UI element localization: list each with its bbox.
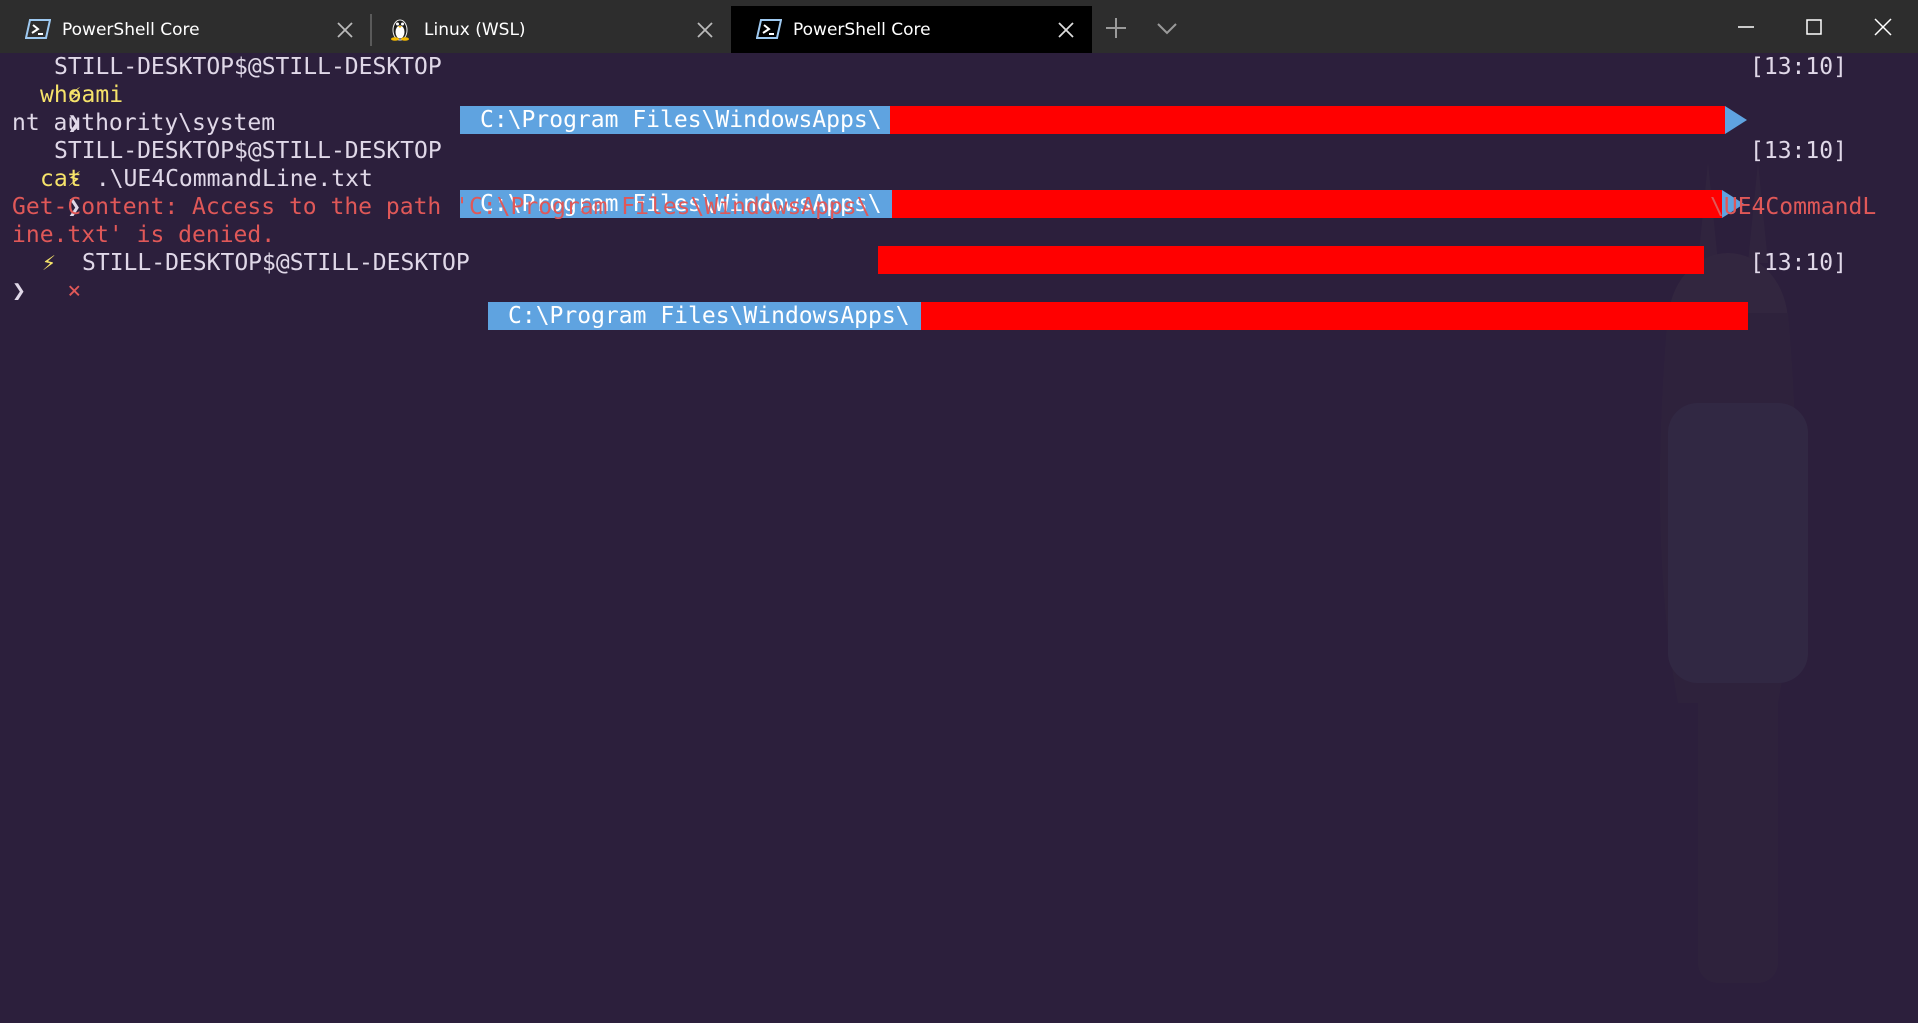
tab-label: PowerShell Core <box>62 20 200 40</box>
redaction-bar <box>892 190 1722 218</box>
error-mark-icon: × <box>67 278 82 304</box>
output-line: nt authority\system <box>12 110 276 136</box>
segment-arrow-icon <box>1725 106 1747 134</box>
close-icon[interactable] <box>695 20 715 40</box>
command-argument: .\UE4CommandLine.txt <box>82 166 373 192</box>
powershell-icon <box>756 19 782 39</box>
input-prompt[interactable]: ❯ <box>12 277 26 305</box>
redaction-bar <box>878 246 1704 274</box>
prompt-line: × ⚡ STILL-DESKTOP$@STILL-DESKTOP <box>12 249 470 304</box>
prompt-user: STILL-DESKTOP$@STILL-DESKTOP <box>54 54 442 80</box>
error-line: Get-Content: Access to the path 'C:\Prog… <box>12 194 871 220</box>
maximize-icon[interactable] <box>1780 0 1848 53</box>
time-stamp: [13:10] <box>1750 138 1847 164</box>
path-segment: C:\Program Files\WindowsApps\ <box>460 106 890 134</box>
prompt-user: STILL-DESKTOP$@STILL-DESKTOP <box>54 138 442 164</box>
prompt-user: STILL-DESKTOP$@STILL-DESKTOP <box>82 250 470 276</box>
path-segment: C:\Program Files\WindowsApps\ <box>488 302 921 330</box>
new-tab-plus-icon[interactable] <box>1102 14 1130 42</box>
command-line: ❯ cat .\UE4CommandLine.txt <box>12 165 373 220</box>
tab-powershell-1[interactable]: PowerShell Core <box>0 6 364 53</box>
redaction-bar <box>921 302 1748 330</box>
close-window-icon[interactable] <box>1849 0 1917 53</box>
close-icon[interactable] <box>1056 20 1076 40</box>
error-line: ine.txt' is denied. <box>12 222 276 248</box>
close-icon[interactable] <box>335 20 355 40</box>
time-stamp: [13:10] <box>1750 54 1847 80</box>
command: whoami <box>40 82 124 108</box>
prompt-line: ⚡ STILL-DESKTOP$@STILL-DESKTOP <box>12 137 442 192</box>
tab-label: PowerShell Core <box>793 20 931 40</box>
tab-linux-wsl[interactable]: Linux (WSL) <box>362 6 726 53</box>
command-line: ❯ whoami <box>12 81 123 136</box>
lightning-icon: ⚡ <box>42 250 56 276</box>
command: cat <box>40 166 82 192</box>
error-line-tail: \UE4CommandL <box>1710 194 1877 220</box>
powershell-icon <box>25 19 51 39</box>
redaction-bar <box>890 106 1725 134</box>
tab-bar: PowerShell Core Linux (WSL) PowerShell C… <box>0 0 1918 53</box>
tab-powershell-2[interactable]: PowerShell Core <box>731 6 1092 53</box>
chevron-down-icon[interactable] <box>1153 14 1181 42</box>
prompt-line: ⚡ STILL-DESKTOP$@STILL-DESKTOP <box>12 53 442 108</box>
minimize-icon[interactable] <box>1712 0 1780 53</box>
linux-penguin-icon <box>391 19 409 41</box>
tab-label: Linux (WSL) <box>424 20 526 40</box>
terminal-area[interactable]: ⚡ STILL-DESKTOP$@STILL-DESKTOP C:\Progra… <box>0 53 1918 983</box>
time-stamp: [13:10] <box>1750 250 1847 276</box>
